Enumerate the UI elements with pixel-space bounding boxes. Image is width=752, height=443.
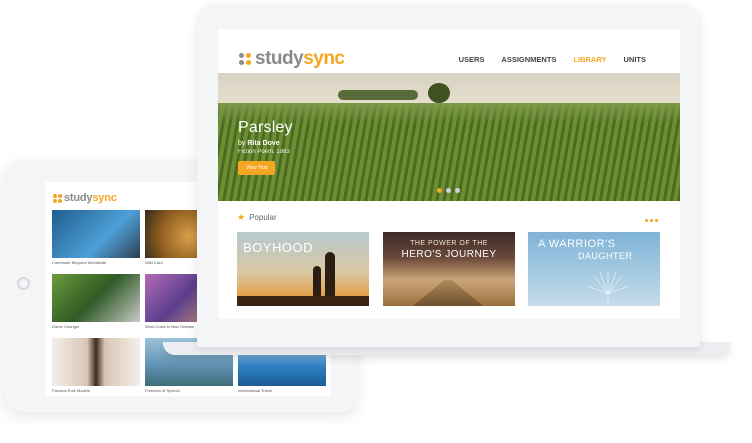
main-nav: USERS ASSIGNMENTS LIBRARY UNITS <box>459 55 646 64</box>
popular-header: ★ Popular <box>237 212 277 223</box>
card-caption: International Travel <box>238 388 273 393</box>
card-ground <box>237 296 369 306</box>
pager-dot[interactable] <box>455 188 460 193</box>
hero-meta: Fiction Poem, 1983 <box>238 149 290 155</box>
card-image <box>52 338 140 386</box>
card-title-line1: THE POWER OF THE <box>410 240 488 247</box>
logo-study-text: study <box>255 48 304 69</box>
studysync-logo[interactable]: study sync <box>239 48 345 70</box>
hero-byline: by Rita Dove <box>238 140 293 147</box>
card-road <box>413 280 483 306</box>
logo-sync-text: sync <box>303 48 345 69</box>
nav-item-assignments[interactable]: ASSIGNMENTS <box>501 55 556 64</box>
pager-dot[interactable] <box>446 188 451 193</box>
tablet-card-bicycles[interactable]: Commuter Bicycles Worldwide <box>52 210 140 265</box>
tablet-card-game-changer[interactable]: Game Changer <box>52 274 140 329</box>
hero-banner: Parsley by Rita Dove Fiction Poem, 1983 … <box>218 73 680 201</box>
card-title-line1: A WARRIOR'S <box>538 238 616 250</box>
nav-item-library[interactable]: LIBRARY <box>573 55 606 64</box>
tablet-logo-study: study <box>64 192 93 204</box>
hero-by-prefix: by <box>238 140 246 147</box>
card-title-line2: HERO'S JOURNEY <box>401 249 497 260</box>
popular-card-heros-journey[interactable]: THE POWER OF THE HERO'S JOURNEY <box>383 232 515 306</box>
popular-card-boyhood[interactable]: BOYHOOD <box>237 232 369 306</box>
tablet-logo-sync: sync <box>92 192 117 204</box>
more-options-icon[interactable] <box>645 219 658 222</box>
hero-title: Parsley <box>238 119 293 136</box>
card-image <box>52 210 140 258</box>
hero-author: Rita Dove <box>247 140 280 147</box>
logo-dots-icon <box>239 53 251 65</box>
card-title-line2: DAUGHTER <box>578 251 633 261</box>
card-title: BOYHOOD <box>243 240 313 255</box>
view-text-button[interactable]: View Text <box>238 161 276 175</box>
laptop-device: study sync USERS ASSIGNMENTS LIBRARY UNIT… <box>197 4 700 347</box>
tablet-card-role-models[interactable]: Famous Role Models <box>52 338 140 393</box>
card-caption: Famous Role Models <box>52 388 90 393</box>
card-image <box>52 274 140 322</box>
star-icon: ★ <box>237 212 246 222</box>
hero-tree <box>428 83 450 103</box>
pager-dot-active[interactable] <box>437 188 442 193</box>
popular-label: Popular <box>249 213 277 222</box>
card-caption: Commuter Bicycles Worldwide <box>52 260 107 265</box>
hero-pager <box>437 188 460 193</box>
nav-item-users[interactable]: USERS <box>459 55 485 64</box>
hero-treeline <box>338 90 418 100</box>
hero-text: Parsley by Rita Dove Fiction Poem, 1983 … <box>238 119 293 175</box>
card-caption: Freedom of Speech <box>145 388 181 393</box>
logo-dots-icon <box>53 193 62 203</box>
tablet-logo[interactable]: study sync <box>53 192 117 204</box>
nav-item-units[interactable]: UNITS <box>624 55 647 64</box>
tablet-home-button[interactable] <box>17 277 30 290</box>
popular-card-warriors-daughter[interactable]: A WARRIOR'S DAUGHTER <box>528 232 660 306</box>
laptop-screen: study sync USERS ASSIGNMENTS LIBRARY UNIT… <box>218 29 680 319</box>
card-caption: Game Changer <box>52 324 80 329</box>
